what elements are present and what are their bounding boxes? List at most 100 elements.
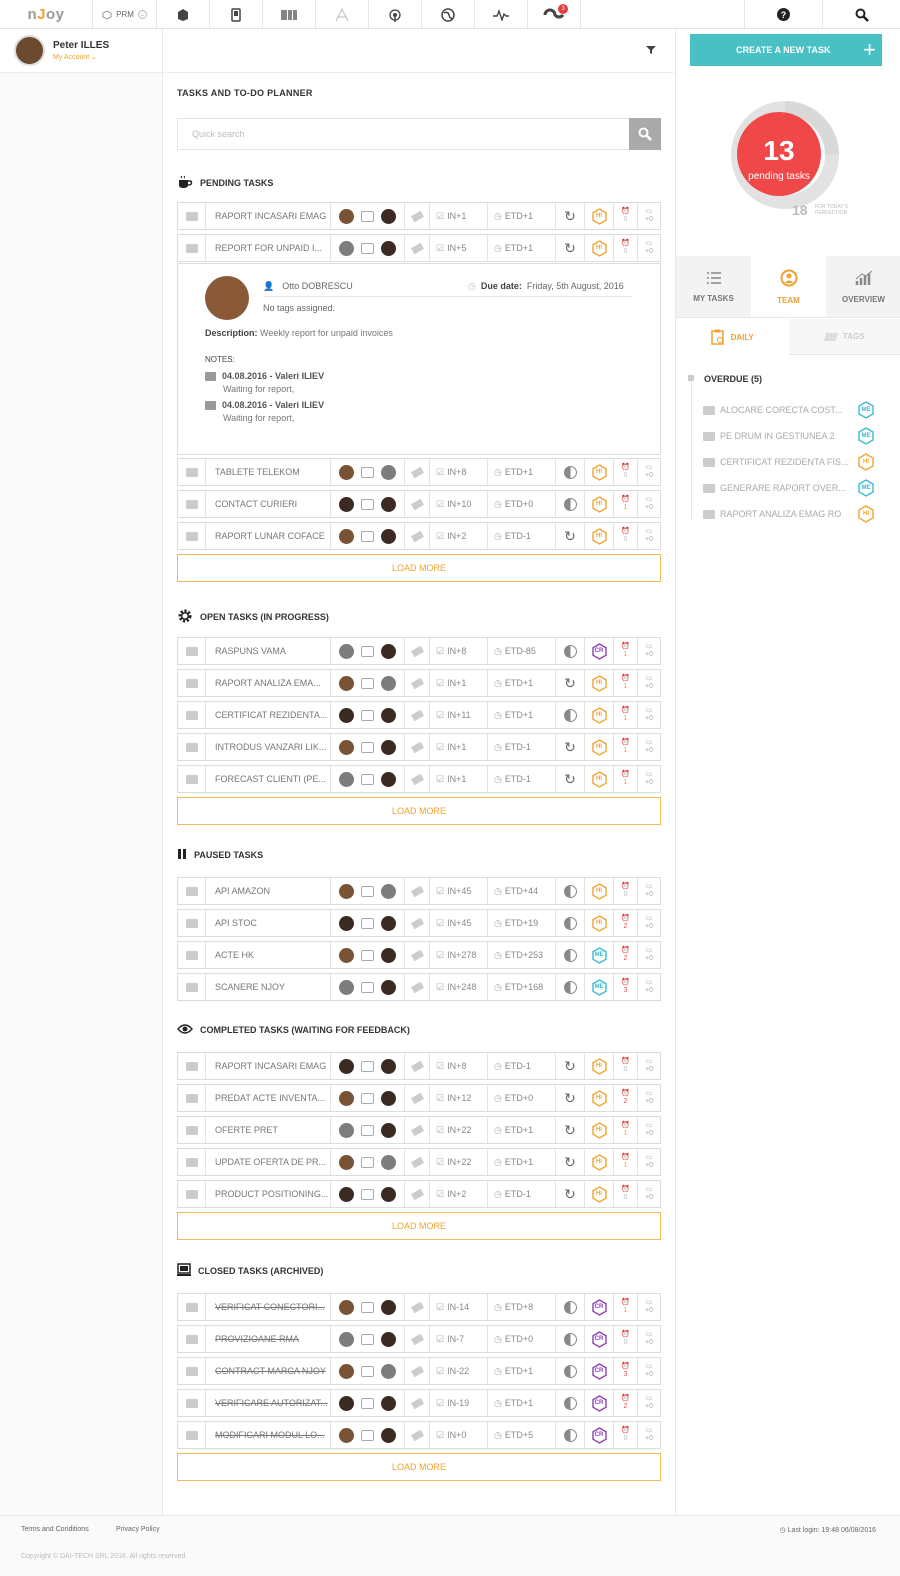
task-row[interactable]: RAPORT INCASARI EMAG ☑ IN+8 ◷ ETD-1 ↻ HI ⏰ 0 ▭ +0 [177, 1052, 661, 1080]
alarm-cell[interactable]: ⏰ 3 [614, 1358, 638, 1384]
flag-cell[interactable]: ▭ +0 [638, 910, 660, 936]
tag-icon[interactable] [410, 1060, 424, 1072]
alarm-cell[interactable]: ⏰ 1 [614, 670, 638, 696]
task-row[interactable]: TABLETE TELEKOM ☑ IN+8 ◷ ETD+1 HI ⏰ 0 ▭ +0 [177, 458, 661, 486]
flag-cell[interactable]: ▭ +0 [638, 1117, 660, 1143]
flag-cell[interactable]: ▭ +0 [638, 942, 660, 968]
flag-cell[interactable]: ▭ +0 [638, 1358, 660, 1384]
search-button[interactable] [629, 118, 661, 150]
alarm-cell[interactable]: ⏰ 3 [614, 974, 638, 1000]
task-row[interactable]: CONTRACT MARCA NJOY ☑ IN-22 ◷ ETD+1 CR ⏰ 3 ▭ +0 [177, 1357, 661, 1385]
overdue-item[interactable]: RAPORT ANALIZA EMAG RO HI [703, 505, 888, 523]
flag-cell[interactable]: ▭ +0 [638, 1053, 660, 1079]
flag-cell[interactable]: ▭ +0 [638, 734, 660, 760]
tag-icon[interactable] [410, 1156, 424, 1168]
tab-team[interactable]: TEAM [751, 256, 826, 317]
create-task-button[interactable]: CREATE A NEW TASK + [690, 34, 882, 66]
flag-cell[interactable]: ▭ +0 [638, 670, 660, 696]
overdue-item[interactable]: CERTIFICAT REZIDENTA FIS... HI [703, 453, 888, 471]
overdue-item[interactable]: ALOCARE CORECTA COST... ME [703, 401, 888, 419]
task-row[interactable]: PREDAT ACTE INVENTA... ☑ IN+12 ◷ ETD+0 ↻ HI ⏰ 2 ▭… [177, 1084, 661, 1112]
tag-icon[interactable] [410, 1365, 424, 1377]
alarm-cell[interactable]: ⏰ 0 [614, 1181, 638, 1207]
phone-icon[interactable] [210, 0, 263, 29]
flag-cell[interactable]: ▭ +0 [638, 1085, 660, 1111]
flag-cell[interactable]: ▭ +0 [638, 1422, 660, 1448]
tag-icon[interactable] [410, 1333, 424, 1345]
globe-icon[interactable] [422, 0, 475, 29]
terms-link[interactable]: Terms and Conditions [21, 1526, 89, 1533]
tag-icon[interactable] [410, 1124, 424, 1136]
task-row[interactable]: INTRODUS VANZARI LIK... ☑ IN+1 ◷ ETD-1 ↻ HI ⏰ 1 ▭… [177, 733, 661, 761]
flag-cell[interactable]: ▭ +0 [638, 1326, 660, 1352]
tag-icon[interactable] [410, 242, 424, 254]
alarm-cell[interactable]: ⏰ 2 [614, 1390, 638, 1416]
flag-cell[interactable]: ▭ +0 [638, 638, 660, 664]
flag-cell[interactable]: ▭ +0 [638, 1294, 660, 1320]
alarm-cell[interactable]: ⏰ 0 [614, 878, 638, 904]
task-row[interactable]: RASPUNS VAMA ☑ IN+8 ◷ ETD-85 CR ⏰ 1 ▭ +0 [177, 637, 661, 665]
alarm-cell[interactable]: ⏰ 0 [614, 1422, 638, 1448]
task-row[interactable]: RAPORT LUNAR COFACE ☑ IN+2 ◷ ETD-1 ↻ HI ⏰ 0 ▭ +0 [177, 522, 661, 550]
task-row[interactable]: API STOC ☑ IN+45 ◷ ETD+19 HI ⏰ 2 ▭ +0 [177, 909, 661, 937]
overdue-item[interactable]: PE DRUM IN GESTIUNEA 2 ME [703, 427, 888, 445]
alarm-cell[interactable]: ⏰ 1 [614, 1117, 638, 1143]
alarm-cell[interactable]: ⏰ 2 [614, 942, 638, 968]
flag-cell[interactable]: ▭ +0 [638, 203, 660, 229]
privacy-link[interactable]: Privacy Policy [116, 1526, 160, 1533]
flag-cell[interactable]: ▭ +0 [638, 523, 660, 549]
alarm-cell[interactable]: ⏰ 2 [614, 1085, 638, 1111]
alarm-cell[interactable]: ⏰ 1 [614, 638, 638, 664]
flag-cell[interactable]: ▭ +0 [638, 702, 660, 728]
tag-icon[interactable] [410, 1429, 424, 1441]
tag-icon[interactable] [410, 885, 424, 897]
alarm-cell[interactable]: ⏰ 1 [614, 1294, 638, 1320]
my-account-link[interactable]: My Account ⌄ [53, 53, 109, 61]
task-row[interactable]: OFERTE PRET ☑ IN+22 ◷ ETD+1 ↻ HI ⏰ 1 ▭ +0 [177, 1116, 661, 1144]
flag-cell[interactable]: ▭ +0 [638, 235, 660, 261]
tag-icon[interactable] [410, 1301, 424, 1313]
tab-overview[interactable]: OVERVIEW [826, 256, 900, 317]
box-icon[interactable] [157, 0, 210, 29]
tag-icon[interactable] [410, 981, 424, 993]
tag-icon[interactable] [410, 1092, 424, 1104]
task-row[interactable]: ACTE HK ☑ IN+278 ◷ ETD+253 ME ⏰ 2 ▭ +0 [177, 941, 661, 969]
barcode-icon[interactable] [263, 0, 316, 29]
alarm-cell[interactable]: ⏰ 0 [614, 523, 638, 549]
alarm-cell[interactable]: ⏰ 2 [614, 910, 638, 936]
tag-icon[interactable] [410, 1188, 424, 1200]
overdue-item[interactable]: GENERARE RAPORT OVER... ME [703, 479, 888, 497]
flag-cell[interactable]: ▭ +0 [638, 1390, 660, 1416]
task-row[interactable]: CERTIFICAT REZIDENTA... ☑ IN+11 ◷ ETD+1 HI ⏰ 1 ▭… [177, 701, 661, 729]
task-row[interactable]: REPORT FOR UNPAID I... ☑ IN+5 ◷ ETD+1 ↻ HI ⏰ 0 ▭ +… [177, 234, 661, 262]
tag-icon[interactable] [410, 949, 424, 961]
alarm-cell[interactable]: ⏰ 1 [614, 766, 638, 792]
search-input[interactable]: Quick search [177, 118, 661, 150]
broadcast-icon[interactable] [369, 0, 422, 29]
flag-cell[interactable]: ▭ +0 [638, 974, 660, 1000]
filter-icon[interactable] [646, 45, 656, 58]
task-row[interactable]: FORECAST CLIENTI (PE... ☑ IN+1 ◷ ETD-1 ↻ HI ⏰ 1 ▭… [177, 765, 661, 793]
tag-icon[interactable] [410, 498, 424, 510]
load-more-button[interactable]: LOAD MORE [177, 1453, 661, 1481]
tag-icon[interactable] [410, 917, 424, 929]
tag-icon[interactable] [410, 709, 424, 721]
tag-icon[interactable] [410, 210, 424, 222]
task-row[interactable]: PROVIZIOANE RMA ☑ IN-7 ◷ ETD+0 CR ⏰ 0 ▭ +0 [177, 1325, 661, 1353]
alarm-cell[interactable]: ⏰ 0 [614, 203, 638, 229]
load-more-button[interactable]: LOAD MORE [177, 554, 661, 582]
logo[interactable]: n Joy [0, 0, 93, 29]
tag-icon[interactable] [410, 1397, 424, 1409]
tag-icon[interactable] [410, 677, 424, 689]
alarm-cell[interactable]: ⏰ 0 [614, 235, 638, 261]
tab-daily[interactable]: DAILY [676, 319, 789, 355]
search-icon[interactable] [822, 0, 900, 29]
font-icon[interactable] [316, 0, 369, 29]
load-more-button[interactable]: LOAD MORE [177, 797, 661, 825]
task-row[interactable]: MODIFICARI MODUL LO... ☑ IN+0 ◷ ETD+5 CR ⏰ 0 ▭ +0 [177, 1421, 661, 1449]
task-row[interactable]: RAPORT INCASARI EMAG ☑ IN+1 ◷ ETD+1 ↻ HI ⏰ 0 ▭ +0 [177, 202, 661, 230]
tag-icon[interactable] [410, 773, 424, 785]
flag-cell[interactable]: ▭ +0 [638, 1181, 660, 1207]
flag-cell[interactable]: ▭ +0 [638, 459, 660, 485]
notifications-icon[interactable]: 3 [528, 0, 581, 29]
